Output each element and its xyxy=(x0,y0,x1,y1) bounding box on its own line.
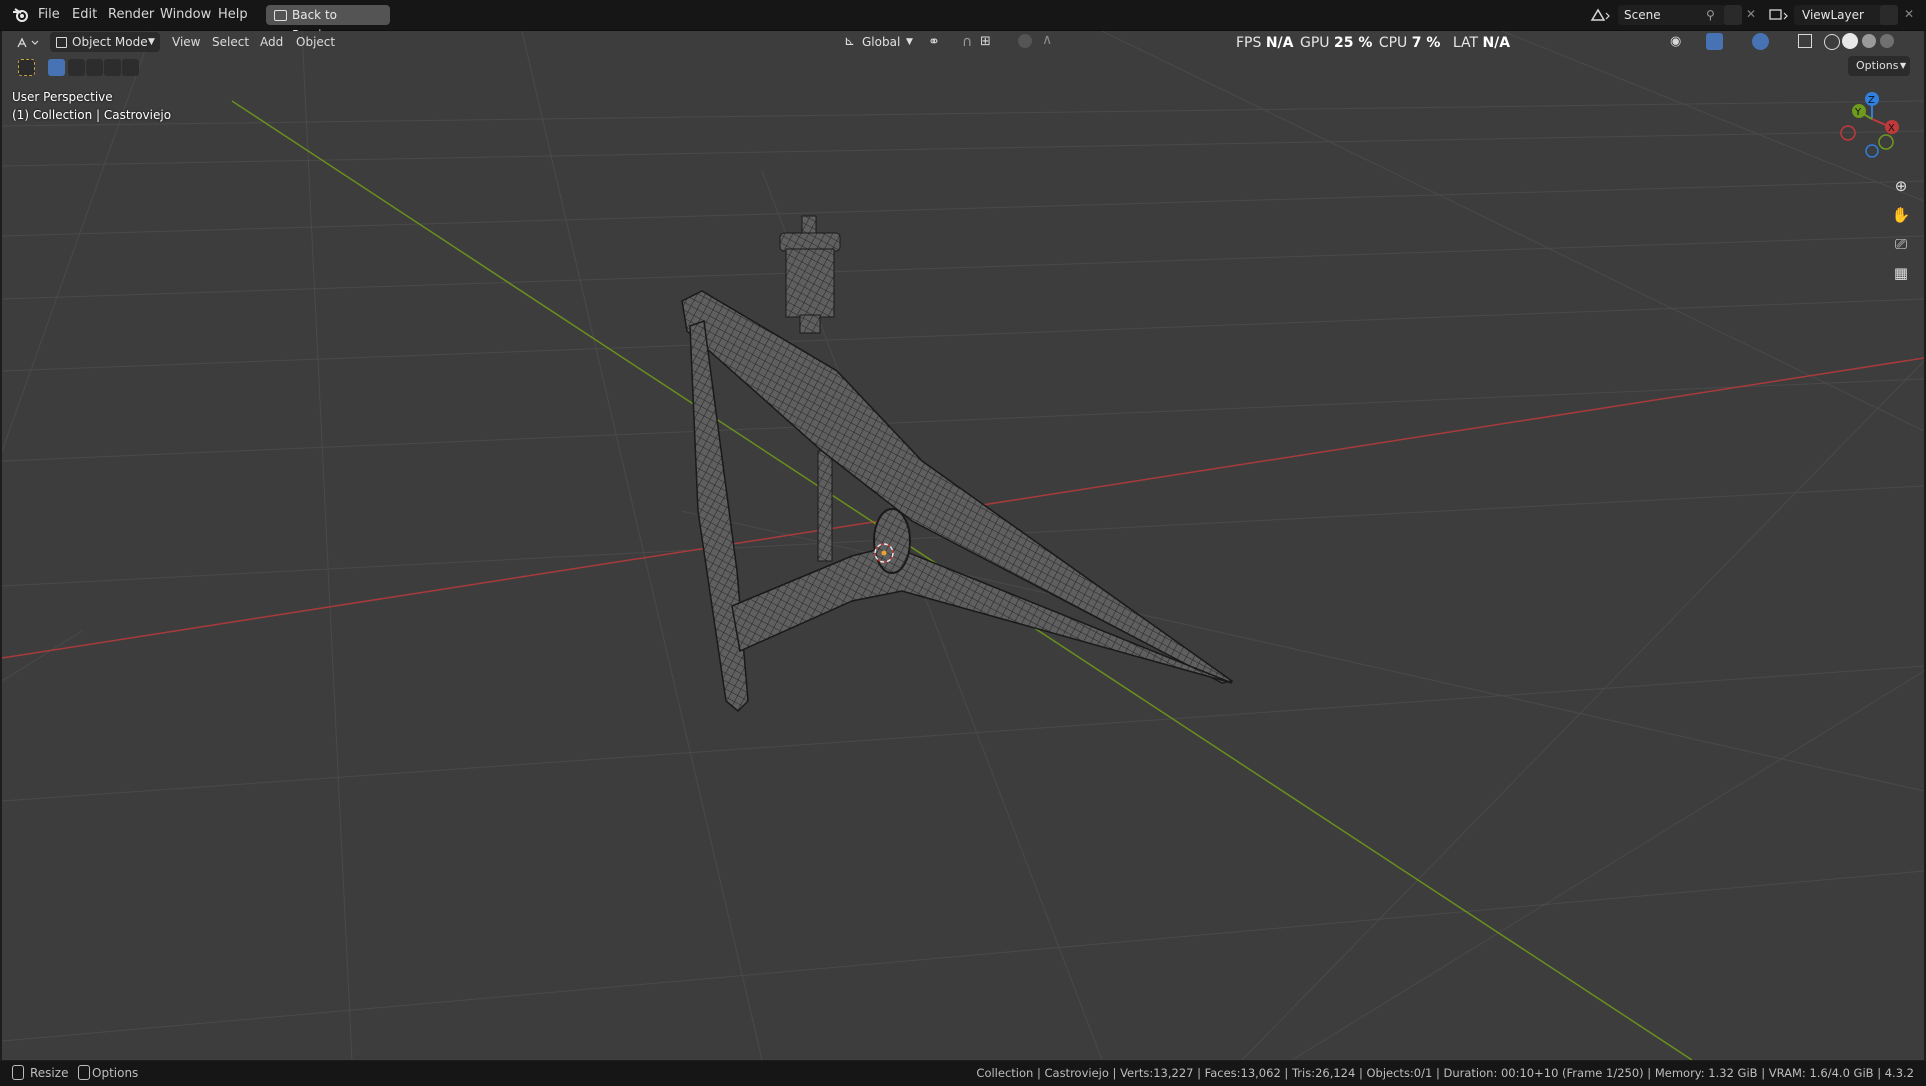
close-scene-icon[interactable]: ✕ xyxy=(1746,7,1756,21)
object-mode-icon xyxy=(56,37,67,48)
scene-name-field[interactable]: Scene ⚲ xyxy=(1618,5,1726,25)
select-mode-extend-icon[interactable] xyxy=(68,59,85,76)
view-layer-field[interactable]: ViewLayer xyxy=(1794,5,1890,25)
blender-logo-icon[interactable] xyxy=(12,7,30,23)
visibility-eye-icon[interactable]: ◉ xyxy=(1670,34,1681,49)
snap-icon[interactable]: ∩ xyxy=(962,34,972,50)
castroviejo-mesh[interactable] xyxy=(662,211,1242,731)
active-collection-label: (1) Collection | Castroviejo xyxy=(12,108,172,122)
pan-hand-icon[interactable]: ✋ xyxy=(1888,202,1914,228)
new-scene-icon[interactable] xyxy=(1724,5,1742,25)
xray-toggle-icon[interactable] xyxy=(1798,34,1812,48)
select-mode-intersect-icon[interactable] xyxy=(122,59,139,76)
view-layer-icon[interactable] xyxy=(1768,7,1790,23)
performance-readout: FPS N/A GPU 25 % CPU 7 % LAT N/A xyxy=(1236,35,1511,51)
navigation-gizmo[interactable]: Z X Y xyxy=(1830,89,1900,159)
svg-text:X: X xyxy=(1888,123,1895,134)
editor-type-icon[interactable] xyxy=(16,35,42,51)
back-to-previous-button[interactable]: Back to Previous xyxy=(266,5,390,42)
camera-view-icon[interactable]: ⎚ xyxy=(1888,231,1914,257)
transform-orientation-dropdown[interactable]: ⊾ Global ▼ xyxy=(840,32,918,52)
status-bar: Resize Options Collection | Castroviejo … xyxy=(0,1061,1926,1086)
options-dropdown[interactable]: Options ▼ xyxy=(1848,56,1910,76)
menu-view[interactable]: View xyxy=(172,35,200,49)
chevron-down-icon: ▼ xyxy=(1900,61,1907,70)
viewport-header: Object Mode ▼ View Select Add Object ⊾ G… xyxy=(2,31,1924,53)
object-mode-dropdown[interactable]: Object Mode ▼ xyxy=(50,32,160,52)
shading-rendered-icon[interactable] xyxy=(1880,34,1894,48)
shading-material-icon[interactable] xyxy=(1862,34,1876,48)
gizmo-toggle-icon[interactable] xyxy=(1706,33,1723,50)
snap-target-icon[interactable]: ⊞ xyxy=(980,34,991,49)
menu-window[interactable]: Window xyxy=(160,7,211,22)
status-hint-resize: Resize xyxy=(30,1066,69,1080)
menu-help[interactable]: Help xyxy=(218,7,248,22)
menu-file[interactable]: File xyxy=(38,7,60,22)
pivot-point-icon[interactable]: ⚭ xyxy=(928,34,940,50)
mouse-icon xyxy=(78,1065,90,1080)
shading-wireframe-icon[interactable] xyxy=(1824,34,1840,50)
proportional-editing-icon[interactable] xyxy=(1018,34,1032,48)
pin-icon[interactable]: ⚲ xyxy=(1706,5,1715,25)
scene-statistics: Collection | Castroviejo | Verts:13,227 … xyxy=(976,1066,1914,1080)
menu-add[interactable]: Add xyxy=(260,35,283,49)
new-view-layer-icon[interactable] xyxy=(1880,5,1898,25)
perspective-grid-icon[interactable]: ▦ xyxy=(1888,260,1914,286)
overlays-toggle-icon[interactable] xyxy=(1752,33,1769,50)
menu-edit[interactable]: Edit xyxy=(72,7,97,22)
menu-render[interactable]: Render xyxy=(108,7,154,22)
svg-text:Z: Z xyxy=(1868,95,1875,106)
select-mode-invert-icon[interactable] xyxy=(104,59,121,76)
select-mode-subtract-icon[interactable] xyxy=(86,59,103,76)
orientation-icon: ⊾ xyxy=(844,34,855,49)
select-tool-icon[interactable] xyxy=(18,59,35,76)
status-hint-options: Options xyxy=(92,1066,139,1080)
select-mode-new-icon[interactable] xyxy=(48,59,65,76)
close-view-layer-icon[interactable]: ✕ xyxy=(1904,7,1914,21)
shading-solid-icon[interactable] xyxy=(1842,33,1858,49)
menu-object[interactable]: Object xyxy=(296,35,335,49)
view-name-label: User Perspective xyxy=(12,90,113,104)
3d-viewport[interactable]: Object Mode ▼ View Select Add Object ⊾ G… xyxy=(2,31,1924,1060)
top-bar: File Edit Render Window Help Back to Pre… xyxy=(0,0,1926,42)
falloff-icon[interactable]: ∧ xyxy=(1042,32,1052,48)
chevron-down-icon: ▼ xyxy=(906,37,913,47)
mouse-icon xyxy=(12,1065,24,1080)
zoom-icon[interactable]: ⊕ xyxy=(1888,173,1914,199)
chevron-down-icon: ▼ xyxy=(148,37,155,47)
scene-icon[interactable] xyxy=(1590,7,1612,23)
screen-icon xyxy=(274,10,287,21)
menu-select[interactable]: Select xyxy=(212,35,249,49)
svg-text:Y: Y xyxy=(1854,107,1862,118)
